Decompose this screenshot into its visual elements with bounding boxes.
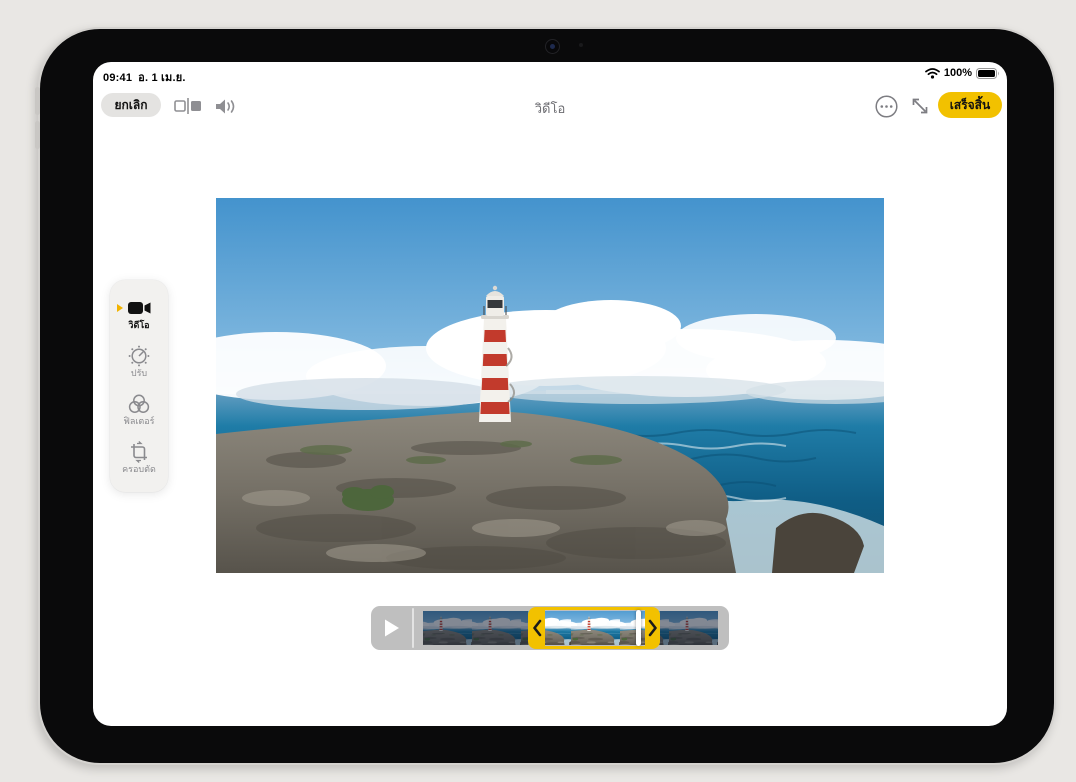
adjust-dial-icon: [128, 346, 150, 366]
volume-up-button[interactable]: [35, 87, 40, 115]
status-bar: 09:41 อ. 1 เม.ย. 100%: [93, 62, 1007, 84]
front-camera: [545, 39, 560, 54]
volume-down-button[interactable]: [35, 121, 40, 149]
edit-tools-sidebar: วิดีโอ ปรับ ฟิลเตอร์: [110, 280, 168, 492]
scrubber-divider: [412, 608, 414, 648]
video-timeline-scrubber[interactable]: [371, 606, 729, 650]
trim-selection[interactable]: [528, 607, 660, 649]
video-camera-icon: [128, 298, 151, 318]
expand-icon: [910, 96, 930, 116]
fullscreen-button[interactable]: [907, 88, 933, 124]
edit-toolbar: ยกเลิก วิดีโอ เสร็จสิ้น: [93, 88, 1007, 124]
trim-handle-right[interactable]: [645, 607, 660, 649]
status-date: อ. 1 เม.ย.: [138, 72, 185, 84]
battery-icon: [976, 68, 998, 79]
sidebar-item-video[interactable]: วิดีโอ: [110, 298, 168, 330]
trim-handle-left[interactable]: [528, 607, 545, 649]
sidebar-item-label: ปรับ: [131, 369, 147, 378]
ipad-device-frame: 09:41อ. 1 เม.ย. 100% ยกเลิก: [38, 27, 1056, 765]
chevron-left-icon: [532, 619, 542, 637]
sidebar-item-filters[interactable]: ฟิลเตอร์: [110, 394, 168, 426]
mic-dot: [579, 43, 583, 47]
crop-rotate-icon: [128, 442, 150, 462]
filters-icon: [128, 394, 150, 414]
sidebar-item-label: ฟิลเตอร์: [123, 417, 154, 426]
selected-indicator-icon: [117, 304, 123, 312]
trim-dim-left: [423, 611, 528, 645]
playhead[interactable]: [636, 610, 641, 646]
play-icon: [384, 619, 399, 637]
trim-selection-border: [545, 607, 645, 649]
more-options-icon: [875, 95, 898, 118]
sidebar-item-label: วิดีโอ: [128, 321, 149, 330]
more-options-button[interactable]: [873, 88, 899, 124]
status-time: 09:41: [103, 72, 132, 84]
screenshot-stage: 09:41อ. 1 เม.ย. 100% ยกเลิก: [0, 0, 1076, 782]
wifi-icon: [925, 68, 940, 79]
sidebar-item-label: ครอบตัด: [122, 465, 156, 474]
page-title: วิดีโอ: [93, 98, 1007, 119]
done-button-label: เสร็จสิ้น: [950, 96, 990, 115]
trim-dim-right: [660, 611, 718, 645]
sidebar-item-crop[interactable]: ครอบตัด: [110, 442, 168, 474]
play-button[interactable]: [371, 606, 411, 650]
chevron-right-icon: [648, 619, 658, 637]
battery-percent: 100%: [944, 67, 972, 79]
video-preview-frame[interactable]: [216, 198, 884, 573]
video-frame-image: [216, 198, 884, 573]
sidebar-item-adjust[interactable]: ปรับ: [110, 346, 168, 378]
done-button[interactable]: เสร็จสิ้น: [938, 92, 1002, 118]
ipad-screen: 09:41อ. 1 เม.ย. 100% ยกเลิก: [93, 62, 1007, 726]
